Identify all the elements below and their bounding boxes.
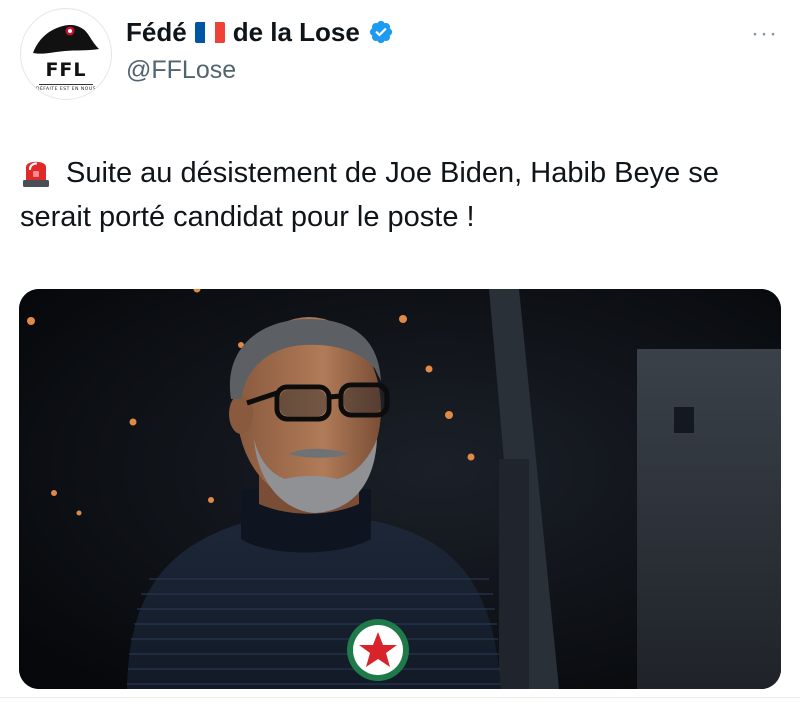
tweet-text-content: Suite au désistement de Joe Biden, Habib… bbox=[20, 157, 719, 233]
france-flag-icon bbox=[194, 21, 225, 43]
tweet-text: Suite au désistement de Joe Biden, Habib… bbox=[20, 151, 780, 239]
avatar-motto-text: DÉFAITE EST EN NOUS bbox=[36, 87, 96, 92]
author-handle[interactable]: @FFLose bbox=[126, 56, 236, 85]
portrait-photo bbox=[19, 289, 781, 689]
author-avatar[interactable]: FFL DÉFAITE EST EN NOUS bbox=[20, 8, 112, 100]
tweet-media-image[interactable] bbox=[19, 289, 781, 689]
tweet-card: FFL DÉFAITE EST EN NOUS Fédé de la Lose … bbox=[0, 0, 800, 709]
more-options-icon[interactable]: ··· bbox=[751, 22, 778, 46]
bottom-divider bbox=[0, 697, 800, 698]
author-name-row[interactable]: Fédé de la Lose bbox=[126, 14, 394, 50]
avatar-brand-text: FFL bbox=[45, 59, 87, 81]
bicorne-hat-icon bbox=[33, 25, 99, 54]
author-name-first[interactable]: Fédé bbox=[126, 17, 187, 48]
verified-badge-icon[interactable] bbox=[368, 19, 394, 45]
red-star-badge-icon bbox=[347, 619, 409, 681]
author-name-second[interactable]: de la Lose bbox=[233, 17, 360, 48]
police-siren-icon bbox=[23, 161, 49, 187]
avatar-divider bbox=[39, 84, 93, 85]
